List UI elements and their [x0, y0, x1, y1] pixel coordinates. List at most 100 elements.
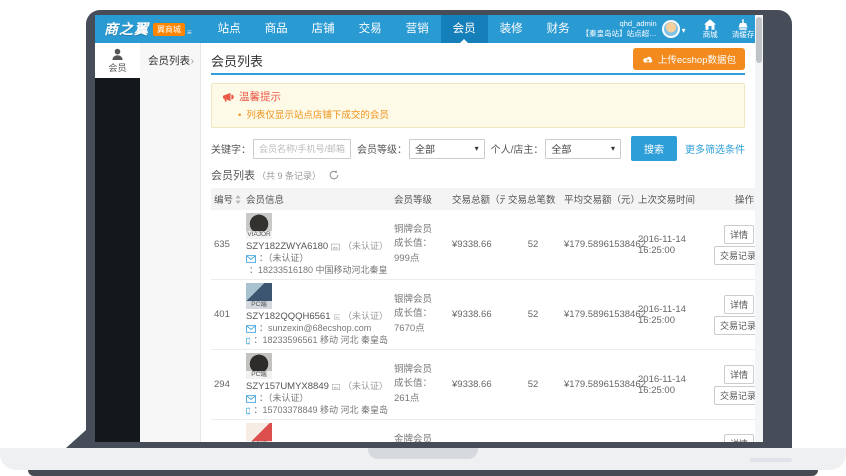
- col-id[interactable]: 编号: [211, 188, 243, 210]
- mall-button[interactable]: 商城: [694, 19, 727, 39]
- top-navbar: 商之翼 翼商城 ≡ 站点 商品 店铺 交易 营销 会员 装修 财务 qhd_ad…: [95, 15, 755, 43]
- member-level-cell: 铜牌会员成长值：999点: [391, 210, 449, 280]
- megaphone-icon: [222, 92, 234, 102]
- notice-item: 列表仅显示站点店铺下成交的会员: [238, 107, 734, 121]
- level-label: 会员等级：: [357, 141, 407, 156]
- member-avatar: PC端: [246, 423, 272, 442]
- table-row: 276 PC端 SZY133CIHW4125（未认证） ：zhaoyunlong…: [211, 420, 755, 443]
- menu-item-finance[interactable]: 财务: [535, 15, 582, 43]
- row-ops-cell: 详情交易记录: [711, 350, 755, 420]
- keyword-input[interactable]: [253, 139, 351, 159]
- trade-avg: ¥179.58961538462: [561, 280, 635, 350]
- page-header: 会员列表 上传ecshop数据包: [211, 51, 745, 75]
- row-ops-cell: 详情交易记录: [711, 210, 755, 280]
- menu-item-decorate[interactable]: 装修: [488, 15, 535, 43]
- row-ops-cell: 详情交易记录: [711, 420, 755, 443]
- member-table: 编号 会员信息 会员等级 交易总额（元） 交易总笔数（笔） 平均交易额（元） 上…: [211, 188, 755, 442]
- admin-app-window: 商之翼 翼商城 ≡ 站点 商品 店铺 交易 营销 会员 装修 财务 qhd_ad…: [95, 15, 755, 442]
- page-title: 会员列表: [211, 54, 263, 69]
- member-icon: [111, 48, 124, 60]
- last-trade-time: 2016-11-14 16:25:00: [635, 210, 711, 280]
- member-avatar: VIAJOR: [246, 213, 272, 239]
- trade-total: ¥9338.66: [449, 210, 505, 280]
- member-id: 401: [211, 280, 243, 350]
- trade-record-button[interactable]: 交易记录: [714, 386, 755, 405]
- member-level: 银牌会员: [394, 293, 446, 307]
- member-info-cell: PC端 SZY157UMYX8849（未认证） ：（未认证） ：15703378…: [243, 350, 391, 420]
- row-ops-cell: 详情交易记录: [711, 280, 755, 350]
- member-id: 635: [211, 210, 243, 280]
- email-icon: [246, 325, 256, 333]
- trade-record-button[interactable]: 交易记录: [714, 246, 755, 265]
- main-menu: 站点 商品 店铺 交易 营销 会员 装修 财务: [206, 15, 582, 43]
- member-phone: ：18233596561 移动 河北 秦皇岛: [253, 335, 388, 346]
- mall-icon: [704, 19, 716, 30]
- laptop-screen: 商之翼 翼商城 ≡ 站点 商品 店铺 交易 营销 会员 装修 财务 qhd_ad…: [86, 10, 792, 448]
- phone-icon: [246, 406, 250, 416]
- last-trade-time: 2016-11-14 16:25:00: [635, 280, 711, 350]
- select-caret-icon: [611, 143, 615, 154]
- col-member-info: 会员信息: [243, 188, 391, 210]
- member-info-cell: PC端 SZY182QQQH6561 （未认证） ：sunzexin@68ecsh…: [243, 280, 391, 350]
- avatar-source-tag: PC端: [246, 301, 272, 309]
- list-title: 会员列表: [211, 167, 255, 183]
- menu-item-shop[interactable]: 店铺: [300, 15, 347, 43]
- verify-status: （未认证）: [343, 311, 388, 322]
- trade-avg: ¥179.58961538462: [561, 420, 635, 443]
- brand-logo-text: 商之翼: [104, 19, 149, 39]
- vertical-scrollbar[interactable]: [755, 15, 763, 442]
- level-select[interactable]: 全部: [409, 139, 485, 159]
- member-name: SZY182ZWYA6180: [246, 241, 328, 252]
- user-menu[interactable]: qhd_admin 【秦皇岛站】站点超…: [582, 19, 686, 39]
- app-body: 会员 会员列表 会员列表 上传ecshop数据包: [95, 43, 755, 442]
- table-header-row: 编号 会员信息 会员等级 交易总额（元） 交易总笔数（笔） 平均交易额（元） 上…: [211, 188, 755, 210]
- trade-record-button[interactable]: 交易记录: [714, 316, 755, 335]
- member-level: 铜牌会员: [394, 363, 446, 377]
- user-info: qhd_admin 【秦皇岛站】站点超…: [582, 19, 657, 39]
- rail-item-member[interactable]: 会员: [95, 43, 140, 78]
- detail-button[interactable]: 详情: [724, 434, 754, 442]
- trade-total: ¥9338.66: [449, 420, 505, 443]
- clear-cache-button[interactable]: 清缓存: [727, 19, 755, 39]
- last-trade-time: 2016-11-14 16:25:00: [635, 420, 711, 443]
- menu-item-goods[interactable]: 商品: [253, 15, 300, 43]
- col-count: 交易总笔数（笔）: [505, 188, 561, 210]
- type-select[interactable]: 全部: [545, 139, 621, 159]
- menu-item-site[interactable]: 站点: [206, 15, 253, 43]
- member-name: SZY182QQQH6561: [246, 311, 331, 322]
- menu-item-member[interactable]: 会员: [441, 15, 488, 43]
- detail-button[interactable]: 详情: [724, 225, 754, 244]
- member-email: ：sunzexin@68ecshop.com: [259, 323, 371, 334]
- cloud-upload-icon: [642, 55, 654, 64]
- id-card-icon: [334, 313, 340, 321]
- laptop-base-slot: [750, 458, 792, 462]
- search-button[interactable]: 搜索: [631, 136, 677, 161]
- verify-status: （未认证）: [343, 241, 388, 252]
- trade-count: 52: [505, 420, 561, 443]
- member-level-cell: 金牌会员成长值：11402点: [391, 420, 449, 443]
- brand-badge: 翼商城: [153, 23, 185, 36]
- detail-button[interactable]: 详情: [724, 365, 754, 384]
- scrollbar-thumb[interactable]: [756, 17, 762, 63]
- submenu-item-member-list[interactable]: 会员列表: [140, 43, 200, 78]
- navbar-actions: 商城 清缓存 皮肤 ? 帮助中心: [694, 19, 755, 39]
- upload-ecshop-button[interactable]: 上传ecshop数据包: [633, 48, 745, 70]
- main-content: 会员列表 上传ecshop数据包 温馨提示 列表仅显示站点店铺下成交的会员: [201, 43, 755, 442]
- menu-item-marketing[interactable]: 营销: [394, 15, 441, 43]
- more-filters-link[interactable]: 更多筛选条件: [685, 141, 745, 156]
- chevron-right-icon: [191, 55, 194, 67]
- clear-cache-icon: [737, 19, 749, 30]
- member-phone: ：15703378849 移动 河北 秦皇岛: [253, 405, 388, 416]
- icon-rail: 会员: [95, 43, 140, 442]
- member-level: 铜牌会员: [394, 223, 446, 237]
- member-email: ：（未认证）: [259, 393, 309, 404]
- brand-logo[interactable]: 商之翼 翼商城 ≡: [104, 19, 192, 39]
- user-avatar[interactable]: [662, 20, 680, 38]
- member-growth: 成长值：999点: [394, 237, 446, 266]
- detail-button[interactable]: 详情: [724, 295, 754, 314]
- table-row: 401 PC端 SZY182QQQH6561 （未认证） ：sunzexin@68…: [211, 280, 755, 350]
- menu-item-trade[interactable]: 交易: [347, 15, 394, 43]
- refresh-button[interactable]: [329, 170, 339, 180]
- user-name: qhd_admin: [582, 19, 657, 29]
- verify-status: （未认证）: [343, 381, 388, 392]
